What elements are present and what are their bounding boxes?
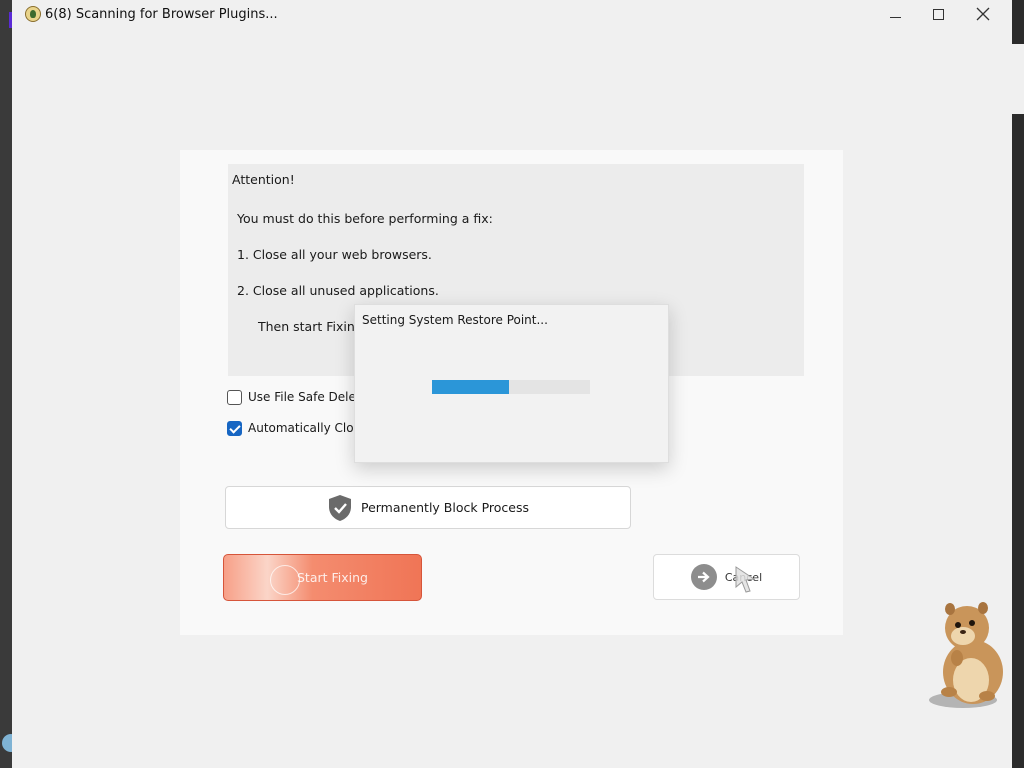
close-icon bbox=[976, 7, 990, 21]
permanently-block-button[interactable]: Permanently Block Process bbox=[225, 486, 631, 529]
background-app-edge-right bbox=[1012, 44, 1024, 114]
progress-bar bbox=[432, 380, 590, 394]
app-window: 6(8) Scanning for Browser Plugins... Att… bbox=[12, 0, 1012, 768]
file-safe-label: Use File Safe Deleti bbox=[248, 390, 364, 404]
restore-point-dialog: Setting System Restore Point... bbox=[354, 304, 669, 463]
close-button[interactable] bbox=[960, 0, 1006, 28]
minimize-button[interactable] bbox=[872, 0, 918, 28]
background-app-edge bbox=[0, 0, 12, 768]
attention-step-1: 1. Close all your web browsers. bbox=[237, 247, 432, 262]
minimize-icon bbox=[889, 16, 901, 18]
start-fixing-label: Start Fixing bbox=[297, 570, 368, 585]
auto-close-option[interactable]: Automatically Close bbox=[227, 418, 367, 438]
progress-fill bbox=[432, 380, 510, 394]
file-safe-option[interactable]: Use File Safe Deleti bbox=[227, 387, 364, 407]
permanently-block-label: Permanently Block Process bbox=[360, 500, 530, 515]
attention-intro: You must do this before performing a fix… bbox=[237, 211, 493, 226]
cancel-button[interactable]: Cancel bbox=[653, 554, 800, 600]
arrow-right-icon bbox=[690, 564, 717, 590]
maximize-icon bbox=[932, 8, 944, 20]
file-safe-checkbox[interactable] bbox=[227, 389, 242, 405]
start-fixing-button[interactable]: Start Fixing bbox=[223, 554, 422, 601]
auto-close-checkbox[interactable] bbox=[227, 420, 242, 436]
app-icon bbox=[25, 6, 41, 22]
dialog-message: Setting System Restore Point... bbox=[362, 313, 548, 327]
attention-heading: Attention! bbox=[232, 172, 295, 187]
window-title: 6(8) Scanning for Browser Plugins... bbox=[45, 7, 278, 22]
cursor-icon bbox=[735, 566, 756, 593]
auto-close-label: Automatically Close bbox=[248, 421, 368, 435]
mascot-hamster bbox=[929, 602, 1003, 708]
maximize-button[interactable] bbox=[915, 0, 961, 28]
start-fixing-icon bbox=[270, 565, 300, 595]
shield-check-icon bbox=[328, 494, 351, 521]
attention-step-2: 2. Close all unused applications. bbox=[237, 283, 439, 298]
title-bar: 6(8) Scanning for Browser Plugins... bbox=[12, 0, 1012, 30]
attention-then: Then start Fixing bbox=[258, 319, 363, 334]
